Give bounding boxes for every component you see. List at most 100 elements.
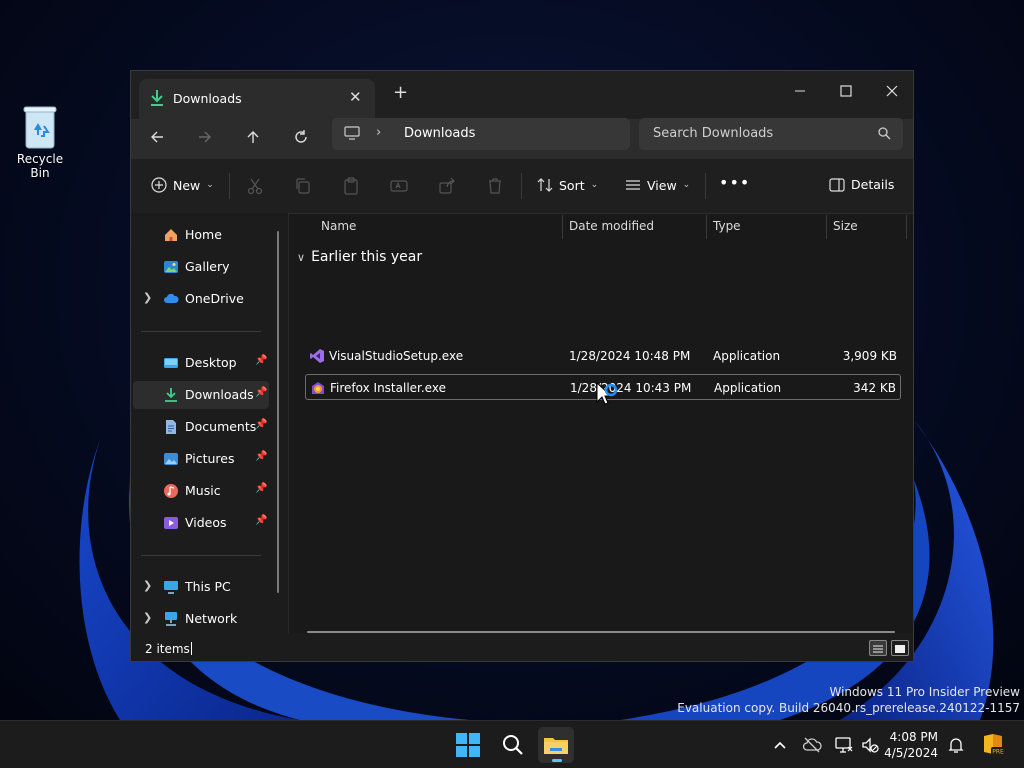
pin-icon[interactable]: 📌 [255,355,267,366]
details-pane-icon [829,177,845,192]
breadcrumb-chevron-icon[interactable]: › [376,125,381,140]
nav-item-desktop[interactable]: Desktop 📌 [133,349,269,377]
column-divider[interactable] [906,215,907,239]
nav-divider [141,555,261,556]
pin-icon[interactable]: 📌 [255,387,267,398]
nav-item-pictures[interactable]: Pictures 📌 [133,445,269,473]
sort-button[interactable]: Sort ⌄ [537,177,598,193]
copy-icon[interactable] [293,176,313,196]
column-divider[interactable] [706,215,707,239]
nav-item-label: Music [185,483,221,498]
nav-item-network[interactable]: ❯ Network [133,605,269,633]
new-tab-button[interactable]: + [393,83,408,103]
search-box[interactable]: Search Downloads [639,118,903,150]
cut-icon[interactable] [245,176,265,196]
pin-icon[interactable]: 📌 [255,483,267,494]
file-type: Application [713,349,781,363]
nav-item-gallery[interactable]: Gallery [133,253,269,281]
nav-item-videos[interactable]: Videos 📌 [133,509,269,537]
nav-item-this-pc[interactable]: ❯ This PC [133,573,269,601]
nav-item-music[interactable]: Music 📌 [133,477,269,505]
refresh-icon [295,130,307,143]
nav-item-label: Gallery [185,259,230,274]
system-clock[interactable]: 4:08 PM 4/5/2024 [882,729,938,761]
nav-item-label: Network [185,611,238,626]
expand-chevron-icon[interactable]: ❯ [143,291,152,304]
column-header-type[interactable]: Type [713,219,741,233]
paste-icon[interactable] [341,176,361,196]
title-bar[interactable]: Downloads ✕ + [131,71,913,119]
file-list: Name Date modified Type Size ∨ Earlier th… [289,213,913,633]
search-input[interactable]: Search Downloads [653,126,773,141]
nav-item-label: Desktop [185,355,237,370]
up-button[interactable] [236,125,270,153]
pin-icon[interactable]: 📌 [255,419,267,430]
home-icon [165,229,177,241]
more-options-icon: ••• [719,173,751,192]
column-header-date[interactable]: Date modified [569,219,654,233]
file-size: 342 KB [853,381,896,395]
file-row[interactable]: VisualStudioSetup.exe 1/28/2024 10:48 PM… [305,343,901,369]
busy-cursor-icon [596,382,618,405]
column-divider[interactable] [826,215,827,239]
maximize-button[interactable] [823,77,869,107]
recycle-bin-shortcut[interactable]: Recycle Bin [6,104,74,180]
pin-icon[interactable]: 📌 [255,515,267,526]
more-options-button[interactable]: ••• [719,173,750,192]
cloud-offline-icon[interactable] [802,735,822,755]
group-header[interactable]: ∨ Earlier this year [297,249,422,265]
pin-icon[interactable]: 📌 [255,451,267,462]
chevron-down-icon: ⌄ [590,180,599,190]
nav-scrollbar[interactable] [277,231,279,593]
network-display-icon[interactable] [834,735,854,755]
large-icons-view-button[interactable] [891,640,909,656]
column-header-size[interactable]: Size [833,219,858,233]
start-button[interactable] [450,727,486,763]
search-taskbar-button[interactable] [494,727,530,763]
nav-item-label: Pictures [185,451,235,466]
expand-chevron-icon[interactable]: ❯ [143,611,152,624]
nav-item-downloads[interactable]: Downloads 📌 [133,381,269,409]
nav-item-documents[interactable]: Documents 📌 [133,413,269,441]
monitor-icon [344,126,360,140]
toolbar-divider [521,173,522,199]
nav-item-home[interactable]: Home [133,221,269,249]
minimize-icon [795,90,805,92]
view-label: View [647,177,677,193]
delete-icon[interactable] [485,176,505,196]
new-button[interactable]: New ⌄ [151,177,214,193]
notification-bell-icon[interactable] [946,735,966,755]
column-header-name[interactable]: Name [321,219,356,233]
chevron-up-icon[interactable] [770,735,790,755]
view-button[interactable]: View ⌄ [625,177,690,193]
chevron-down-icon: ⌄ [206,180,214,190]
file-explorer-window: Downloads ✕ + › Downloads Search Downloa… [130,70,914,662]
computer-icon [164,581,178,594]
insider-preview-badge-icon[interactable]: PRE [980,732,1006,758]
refresh-button[interactable] [284,125,318,153]
up-arrow-icon [247,131,259,143]
share-icon[interactable] [437,176,457,196]
details-view-button[interactable] [869,640,887,656]
tab-downloads[interactable]: Downloads ✕ [139,79,375,119]
videos-icon [164,517,178,529]
close-window-button[interactable] [869,77,913,107]
details-label: Details [851,177,895,192]
file-name: VisualStudioSetup.exe [329,349,464,363]
back-button[interactable] [140,125,174,153]
details-button[interactable]: Details [829,177,894,192]
minimize-button[interactable] [777,77,823,107]
close-tab-icon[interactable]: ✕ [349,88,362,106]
back-arrow-icon [151,131,163,143]
column-divider[interactable] [562,215,563,239]
file-type: Application [714,381,782,395]
rename-icon[interactable] [389,176,409,196]
expand-chevron-icon[interactable]: ❯ [143,579,152,592]
nav-item-onedrive[interactable]: ❯ OneDrive [133,285,269,313]
recycle-bin-label: Recycle Bin [16,152,64,180]
file-explorer-taskbar-button[interactable] [538,727,574,763]
forward-button[interactable] [188,125,222,153]
volume-muted-icon[interactable] [860,735,880,755]
address-bar[interactable]: › Downloads [332,118,630,150]
breadcrumb-current[interactable]: Downloads [404,126,475,141]
